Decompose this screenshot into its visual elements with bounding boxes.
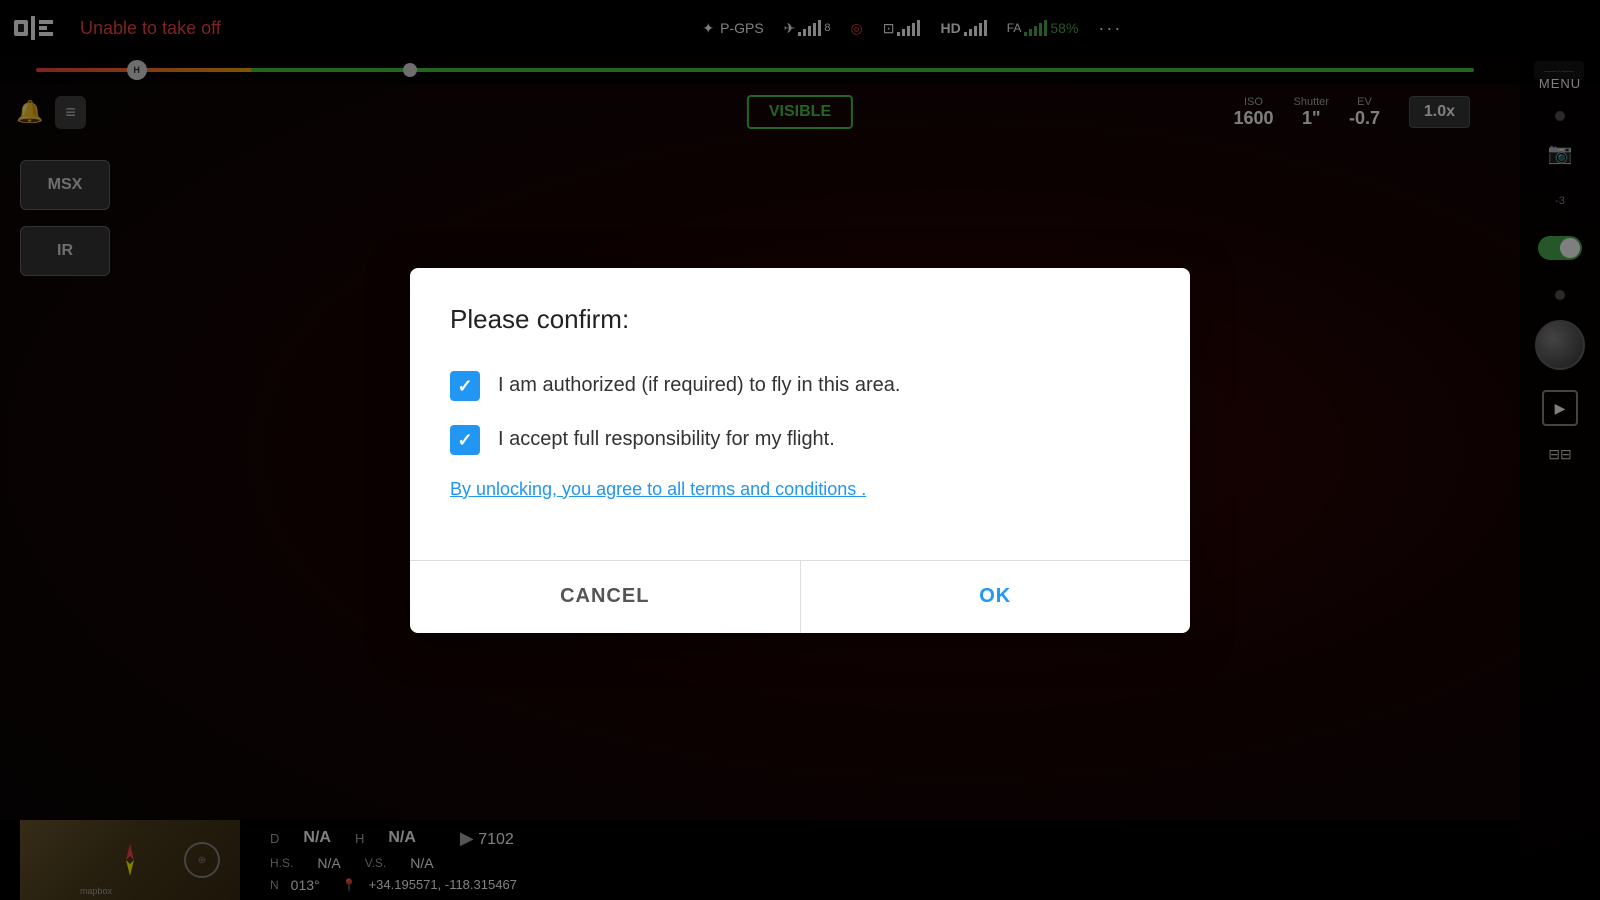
confirm-dialog: Please confirm: ✓ I am authorized (if re… [410,268,1190,633]
terms-link[interactable]: By unlocking, you agree to all terms and… [450,479,1150,500]
checkbox-1[interactable]: ✓ [450,371,480,401]
modal-body: Please confirm: ✓ I am authorized (if re… [410,268,1190,530]
checkbox-item-2: ✓ I accept full responsibility for my fl… [450,425,1150,455]
modal-title: Please confirm: [450,304,1150,335]
checkmark-1: ✓ [457,377,472,395]
checkbox-2-label: I accept full responsibility for my flig… [498,428,835,451]
ok-button[interactable]: OK [801,561,1191,633]
modal-overlay: Please confirm: ✓ I am authorized (if re… [0,0,1600,900]
checkbox-1-label: I am authorized (if required) to fly in … [498,374,900,397]
checkbox-2[interactable]: ✓ [450,425,480,455]
checkmark-2: ✓ [457,431,472,449]
cancel-button[interactable]: CANCEL [410,561,801,633]
modal-actions: CANCEL OK [410,561,1190,633]
checkbox-item-1: ✓ I am authorized (if required) to fly i… [450,371,1150,401]
